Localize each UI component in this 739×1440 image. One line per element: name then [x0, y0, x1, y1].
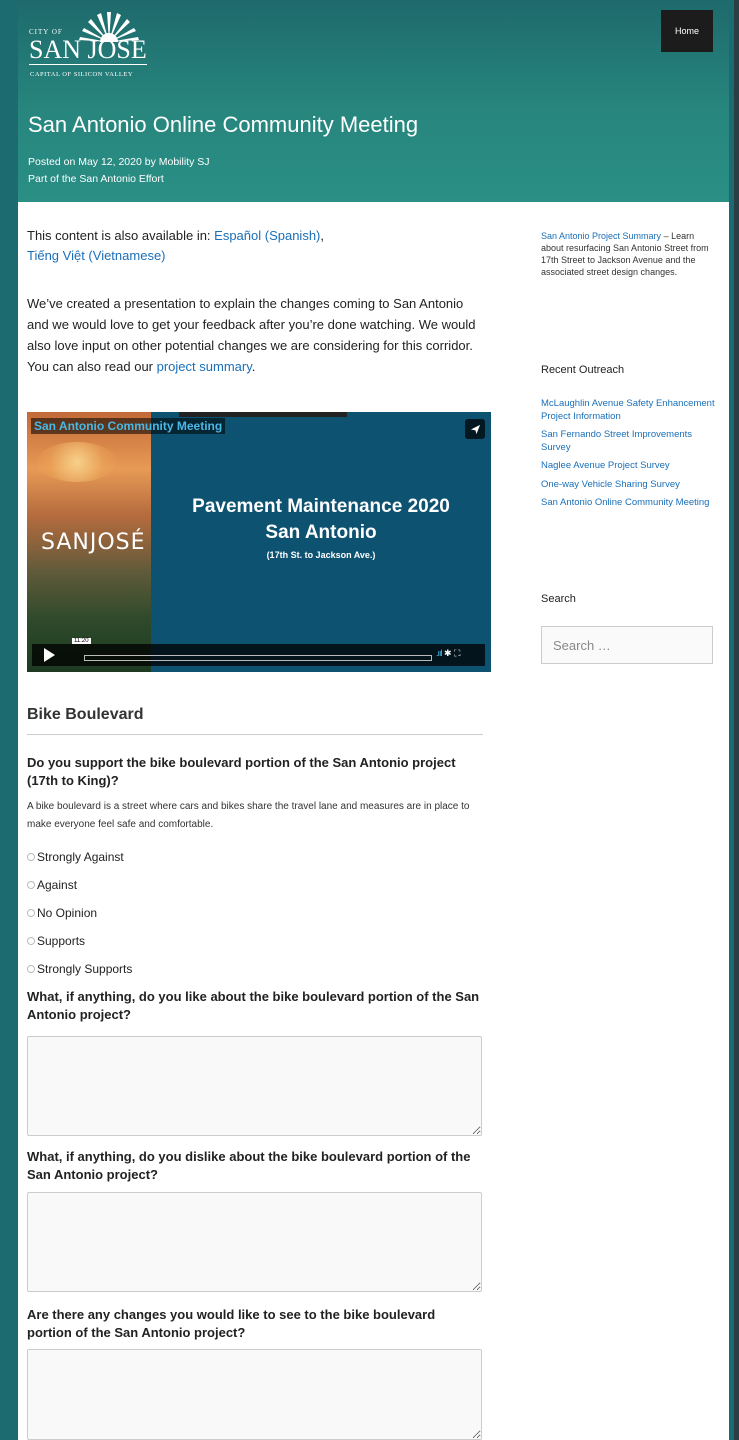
radio-label: Strongly Against	[37, 850, 124, 864]
dislike-textarea[interactable]	[27, 1192, 482, 1292]
language-notice: This content is also available in: Españ…	[27, 226, 483, 266]
expand-icon[interactable]: ⛶	[454, 648, 460, 658]
list-item: San Antonio Online Community Meeting	[541, 497, 716, 510]
question-like: What, if anything, do you like about the…	[27, 989, 480, 1022]
right-frame	[729, 0, 739, 1440]
radio-label: Supports	[37, 934, 86, 948]
radio-circle-icon	[27, 853, 35, 861]
project-summary-widget: San Antonio Project Summary – Learn abou…	[541, 230, 716, 278]
outreach-link[interactable]: McLaughlin Avenue Safety Enhancement Pro…	[541, 398, 715, 422]
radio-strongly-against[interactable]: Strongly Against	[27, 850, 124, 864]
video-headline-2: San Antonio	[265, 522, 377, 543]
video-time: 11:20	[72, 638, 91, 644]
like-textarea[interactable]	[27, 1036, 482, 1136]
radio-no-opinion[interactable]: No Opinion	[27, 906, 97, 920]
video-headline-1: Pavement Maintenance 2020	[192, 496, 450, 517]
intro-end: .	[251, 359, 256, 374]
outreach-link[interactable]: San Antonio Online Community Meeting	[541, 497, 709, 508]
posted-on-text: Posted on May 12, 2020 by Mobility SJ	[28, 156, 210, 168]
part-of-text: Part of the San Antonio Effort	[28, 173, 164, 185]
recent-outreach-title: Recent Outreach	[541, 364, 625, 376]
lang-prefix: This content is also available in:	[27, 228, 215, 243]
video-top-bar	[179, 412, 347, 417]
sidebar-project-summary-link[interactable]: San Antonio Project Summary	[541, 231, 661, 241]
share-icon[interactable]	[465, 419, 485, 439]
site-header: CITY OF SAN JOSE CAPITAL OF SILICON VALL…	[18, 0, 729, 202]
spanish-link[interactable]: Español (Spanish)	[214, 228, 320, 243]
video-title[interactable]: San Antonio Community Meeting	[31, 418, 226, 434]
section-divider	[27, 734, 483, 735]
vietnamese-link[interactable]: Tiếng Việt (Vietnamese)	[27, 248, 166, 263]
radio-label: Against	[37, 878, 78, 892]
logo-tagline: CAPITAL OF SILICON VALLEY	[30, 71, 134, 78]
list-item: One-way Vehicle Sharing Survey	[541, 479, 716, 492]
video-headline-3: (17th St. to Jackson Ave.)	[266, 550, 376, 560]
video-controls: 11:20 .ııl ✱ ⛶	[32, 638, 485, 666]
radio-supports[interactable]: Supports	[27, 934, 85, 948]
radio-against[interactable]: Against	[27, 878, 77, 892]
video-headline: Pavement Maintenance 2020 San Antonio (1…	[151, 495, 491, 561]
radio-label: No Opinion	[37, 906, 98, 920]
sunset-glow	[37, 442, 117, 482]
question-description: A bike boulevard is a street where cars …	[27, 801, 470, 830]
radio-strongly-supports[interactable]: Strongly Supports	[27, 962, 132, 976]
outreach-link[interactable]: One-way Vehicle Sharing Survey	[541, 479, 680, 490]
gear-icon[interactable]: ✱	[444, 648, 452, 658]
radio-circle-icon	[27, 937, 35, 945]
video-progress-track[interactable]	[84, 655, 432, 661]
radio-circle-icon	[27, 881, 35, 889]
radio-label: Strongly Supports	[37, 962, 133, 976]
search-title: Search	[541, 593, 576, 605]
radio-circle-icon	[27, 909, 35, 917]
video-player[interactable]: SANJOSÉ San Antonio Community Meeting Pa…	[27, 412, 491, 672]
recent-outreach-list: McLaughlin Avenue Safety Enhancement Pro…	[541, 398, 716, 516]
home-button[interactable]: Home	[661, 10, 713, 52]
project-summary-link[interactable]: project summary	[157, 359, 252, 374]
list-item: San Fernando Street Improvements Survey	[541, 429, 716, 454]
play-icon[interactable]	[44, 648, 55, 662]
search-input[interactable]	[541, 626, 713, 664]
intro-paragraph: We’ve created a presentation to explain …	[27, 293, 483, 377]
radio-circle-icon	[27, 965, 35, 973]
volume-icon[interactable]: .ııl	[436, 648, 442, 658]
list-item: Naglee Avenue Project Survey	[541, 460, 716, 473]
logo-san-jose: SAN JOSE	[29, 35, 147, 65]
question-support: Do you support the bike boulevard portio…	[27, 755, 456, 788]
video-control-icons: .ııl ✱ ⛶	[436, 648, 460, 659]
question-dislike: What, if anything, do you dislike about …	[27, 1149, 471, 1182]
changes-textarea[interactable]	[27, 1349, 482, 1440]
video-landscape-image: SANJOSÉ	[27, 412, 151, 672]
post-meta: Posted on May 12, 2020 by Mobility SJ Pa…	[28, 154, 210, 188]
main-content: This content is also available in: Españ…	[18, 202, 729, 1440]
city-logo[interactable]: CITY OF SAN JOSE CAPITAL OF SILICON VALL…	[29, 10, 189, 85]
question-changes: Are there any changes you would like to …	[27, 1307, 436, 1340]
section-heading: Bike Boulevard	[27, 706, 144, 723]
list-item: McLaughlin Avenue Safety Enhancement Pro…	[541, 398, 716, 423]
video-sanjose-logo: SANJOSÉ	[41, 530, 146, 555]
lang-sep: ,	[320, 228, 325, 243]
outreach-link[interactable]: San Fernando Street Improvements Survey	[541, 429, 692, 453]
outreach-link[interactable]: Naglee Avenue Project Survey	[541, 460, 670, 471]
page-title: San Antonio Online Community Meeting	[28, 112, 419, 137]
left-frame	[0, 0, 18, 1440]
